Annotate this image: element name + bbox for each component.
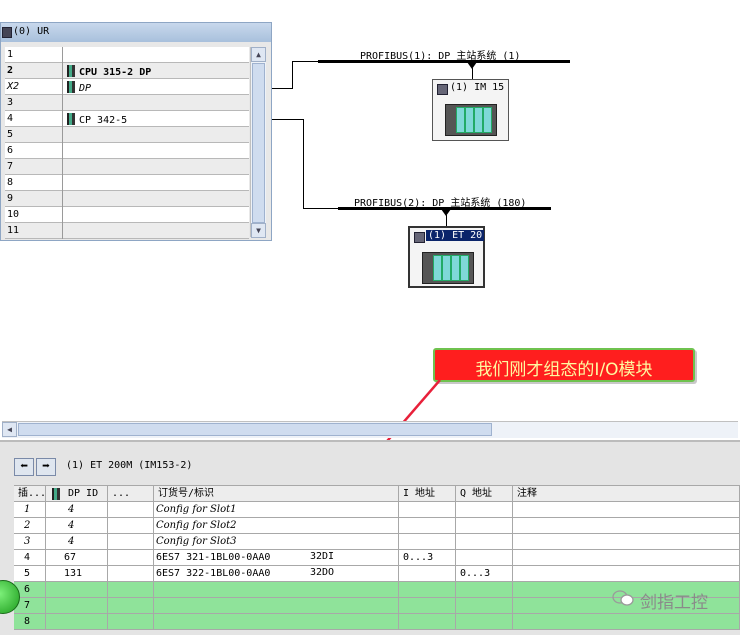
detail-panel-title: (1) ET 200M (IM153-2) bbox=[66, 460, 193, 471]
table-cell-order[interactable] bbox=[154, 598, 399, 614]
table-cell-i-addr[interactable] bbox=[399, 582, 456, 598]
table-cell-q-addr[interactable] bbox=[456, 518, 513, 534]
table-cell[interactable] bbox=[513, 502, 740, 518]
table-cell-order[interactable] bbox=[154, 614, 399, 630]
table-cell-order[interactable] bbox=[154, 582, 399, 598]
table-cell-order[interactable]: 6ES7 321-1BL00-0AA0 bbox=[154, 550, 399, 566]
table-cell-q-addr[interactable]: 0...3 bbox=[456, 566, 513, 582]
table-row[interactable]: 5 131 6ES7 322-1BL00-0AA0 32DO 0...3 bbox=[14, 566, 740, 582]
table-cell[interactable] bbox=[513, 550, 740, 566]
table-cell-q-addr[interactable] bbox=[456, 534, 513, 550]
table-cell-dpid[interactable]: 4 bbox=[46, 534, 108, 550]
column-header[interactable]: ... bbox=[108, 486, 154, 503]
table-cell[interactable] bbox=[513, 518, 740, 534]
table-cell[interactable] bbox=[513, 534, 740, 550]
table-cell-dpid[interactable] bbox=[46, 598, 108, 614]
module-table: 插... DP ID... 订货号/标识 I 地址 Q 地址 注释 1 4 Config for… bbox=[14, 485, 740, 630]
table-cell-q-addr[interactable] bbox=[456, 598, 513, 614]
wechat-icon bbox=[612, 590, 634, 606]
table-row[interactable]: 4 67 6ES7 321-1BL00-0AA0 32DI 0...3 bbox=[14, 550, 740, 566]
column-header[interactable]: 插... bbox=[14, 486, 46, 503]
scroll-left-icon[interactable]: ◀ bbox=[2, 422, 17, 437]
table-cell[interactable] bbox=[108, 614, 154, 630]
canvas-horizontal-scrollbar[interactable]: ◀ bbox=[2, 421, 738, 438]
table-cell-slot[interactable]: 5 bbox=[14, 566, 46, 582]
table-cell-order[interactable]: Config for Slot3 bbox=[154, 534, 399, 550]
table-cell[interactable] bbox=[108, 582, 154, 598]
table-cell-i-addr[interactable] bbox=[399, 598, 456, 614]
table-cell-slot[interactable]: 8 bbox=[14, 614, 46, 630]
table-row[interactable]: 1 4 Config for Slot1 bbox=[14, 502, 740, 518]
table-cell-q-addr[interactable] bbox=[456, 502, 513, 518]
table-cell-dpid[interactable]: 4 bbox=[46, 518, 108, 534]
table-row[interactable]: 3 4 Config for Slot3 bbox=[14, 534, 740, 550]
module-table-header: 插... DP ID... 订货号/标识 I 地址 Q 地址 注释 bbox=[14, 485, 740, 503]
table-cell-order[interactable]: Config for Slot2 bbox=[154, 518, 399, 534]
forward-arrow-icon[interactable]: ➡ bbox=[36, 458, 56, 476]
table-cell-i-addr[interactable] bbox=[399, 614, 456, 630]
table-cell-i-addr[interactable]: 0...3 bbox=[399, 550, 456, 566]
table-cell[interactable] bbox=[108, 534, 154, 550]
column-header[interactable]: 订货号/标识 bbox=[154, 486, 399, 503]
back-arrow-icon[interactable]: ⬅ bbox=[14, 458, 34, 476]
table-cell-i-addr[interactable] bbox=[399, 534, 456, 550]
table-cell-q-addr[interactable] bbox=[456, 582, 513, 598]
table-cell-q-addr[interactable] bbox=[456, 550, 513, 566]
table-cell[interactable] bbox=[108, 502, 154, 518]
table-cell-i-addr[interactable] bbox=[399, 518, 456, 534]
table-cell-i-addr[interactable] bbox=[399, 566, 456, 582]
table-cell-slot[interactable]: 1 bbox=[14, 502, 46, 518]
table-cell-slot[interactable]: 3 bbox=[14, 534, 46, 550]
column-header[interactable]: 注释 bbox=[513, 486, 740, 503]
canvas-scroll-thumb[interactable] bbox=[18, 423, 492, 436]
table-cell-order[interactable]: 6ES7 322-1BL00-0AA0 bbox=[154, 566, 399, 582]
table-cell-slot[interactable]: 4 bbox=[14, 550, 46, 566]
table-cell-dpid[interactable] bbox=[46, 582, 108, 598]
table-cell[interactable] bbox=[108, 518, 154, 534]
table-cell-order[interactable]: Config for Slot1 bbox=[154, 502, 399, 518]
table-cell[interactable] bbox=[513, 566, 740, 582]
table-cell-dpid[interactable] bbox=[46, 614, 108, 630]
table-cell[interactable] bbox=[108, 550, 154, 566]
column-header[interactable]: Q 地址 bbox=[456, 486, 513, 503]
table-row[interactable]: 2 4 Config for Slot2 bbox=[14, 518, 740, 534]
table-cell-slot[interactable]: 2 bbox=[14, 518, 46, 534]
module-type-label: 32DO bbox=[310, 567, 335, 578]
table-cell-q-addr[interactable] bbox=[456, 614, 513, 630]
column-header[interactable]: I 地址 bbox=[399, 486, 456, 503]
table-cell-dpid[interactable]: 4 bbox=[46, 502, 108, 518]
table-cell-dpid[interactable]: 131 bbox=[46, 566, 108, 582]
watermark-text: 剑指工控 bbox=[640, 593, 708, 613]
module-type-label: 32DI bbox=[310, 551, 335, 562]
table-cell[interactable] bbox=[513, 614, 740, 630]
table-cell[interactable] bbox=[108, 566, 154, 582]
table-cell[interactable] bbox=[108, 598, 154, 614]
table-row[interactable]: 8 bbox=[14, 614, 740, 630]
table-cell-i-addr[interactable] bbox=[399, 502, 456, 518]
dp-id-column-icon bbox=[52, 488, 60, 500]
table-cell-dpid[interactable]: 67 bbox=[46, 550, 108, 566]
